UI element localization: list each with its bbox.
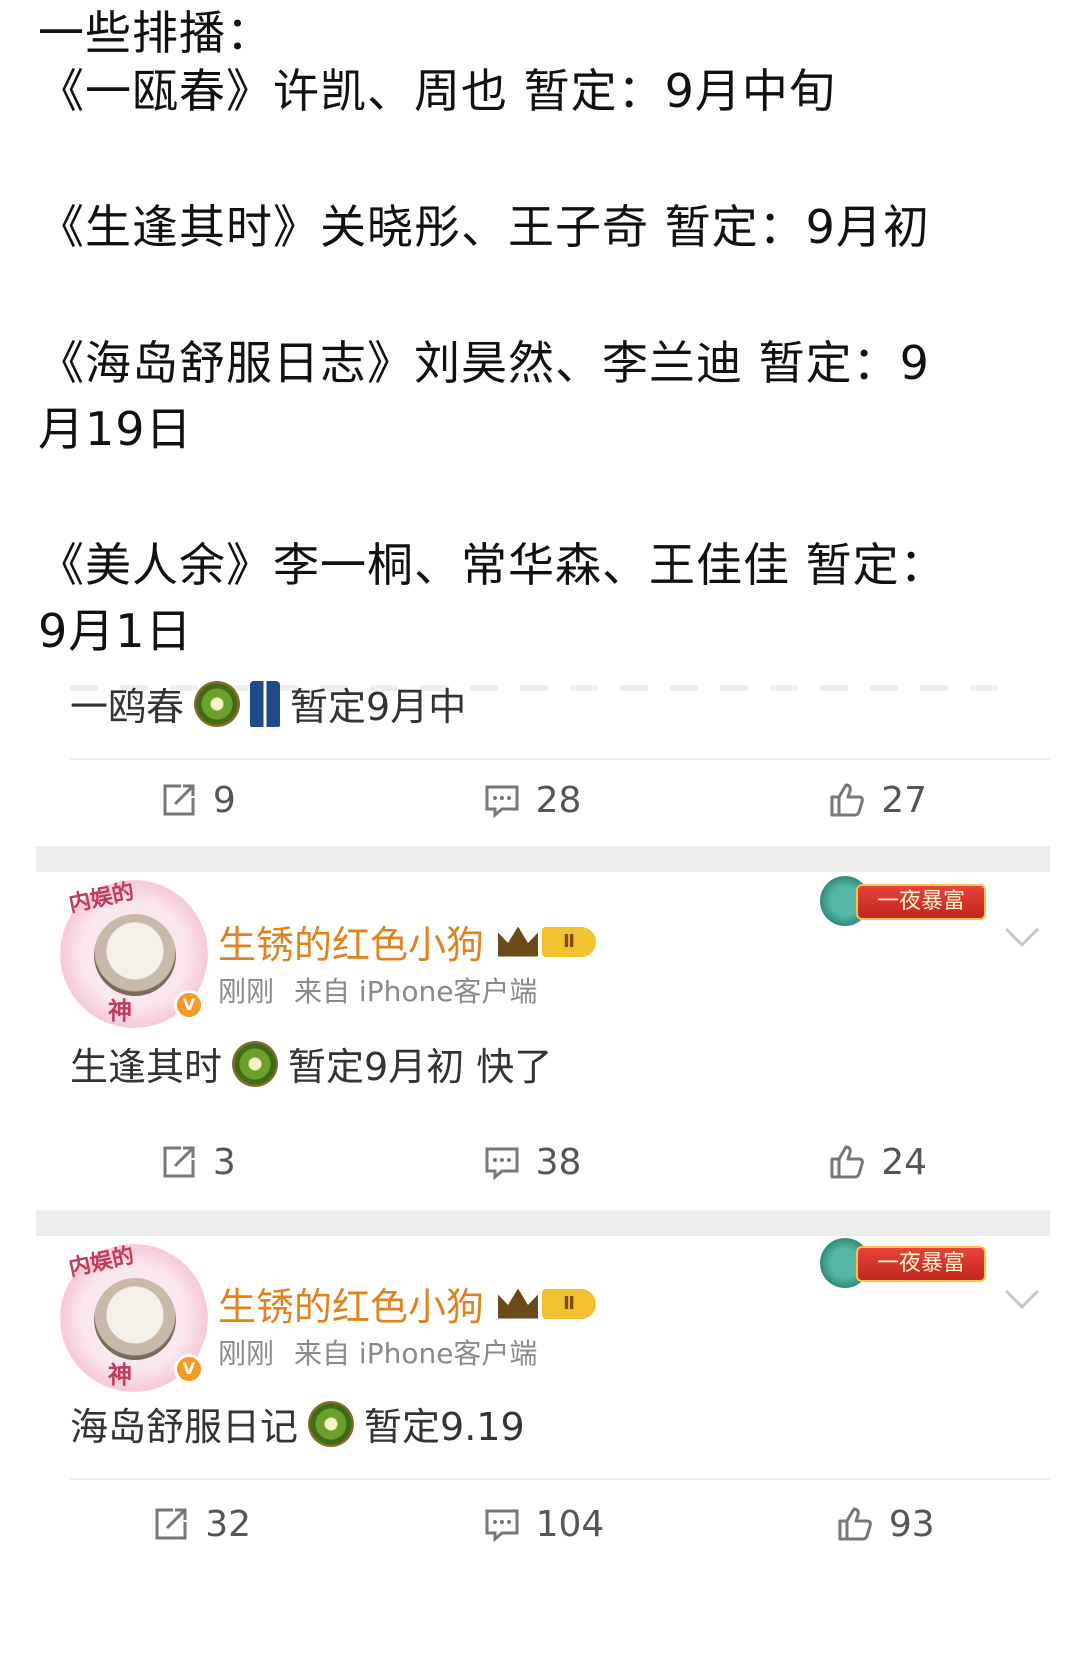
chevron-down-icon[interactable] (1005, 913, 1039, 947)
fortune-badge: 一夜暴富 (820, 870, 1000, 934)
text-line: 《海岛舒服日志》刘昊然、李兰迪 暂定：9 (38, 336, 930, 390)
repost-icon (155, 1508, 187, 1540)
verified-badge-icon: V (174, 990, 204, 1020)
comment-button[interactable]: 28 (482, 779, 582, 821)
fortune-badge: 一夜暴富 (820, 1232, 1000, 1296)
like-button[interactable]: 24 (827, 1142, 927, 1183)
comment-icon (485, 785, 519, 819)
vip-crown-icon: Ⅱ (498, 926, 597, 957)
repost-button[interactable]: 32 (151, 1504, 251, 1545)
action-bar: 9 28 27 (36, 770, 1050, 830)
avatar[interactable]: 内娱的 神 V (60, 1243, 208, 1392)
post-text-prefix: 海岛舒服日记 (70, 1405, 299, 1449)
comment-icon (485, 1147, 519, 1181)
username[interactable]: 生锈的红色小狗 Ⅱ (218, 1276, 597, 1331)
level-badge: Ⅱ (542, 1288, 597, 1319)
repost-count: 9 (212, 779, 236, 821)
text-line: 月19日 (38, 402, 193, 456)
repost-icon (163, 1146, 195, 1178)
post-text: 海岛舒服日记 暂定9.19 (70, 1396, 525, 1451)
text-line: 一些排播： (38, 6, 273, 60)
comment-count: 104 (535, 1503, 605, 1545)
username[interactable]: 生锈的红色小狗 Ⅱ (218, 914, 597, 969)
comment-count: 38 (535, 1141, 582, 1183)
thumbs-up-icon (830, 1145, 865, 1179)
jeans-emoji-icon (250, 680, 281, 727)
text-line: 《一瓯春》许凯、周也 暂定：9月中旬 (38, 64, 836, 118)
thumbs-up-icon (838, 1507, 872, 1541)
ferret-avatar-image (94, 1278, 176, 1360)
repost-button[interactable]: 9 (159, 780, 236, 821)
post-meta: 刚刚 来自 iPhone客户端 (218, 970, 537, 1010)
username-text: 生锈的红色小狗 (218, 1285, 485, 1329)
comment-button[interactable]: 104 (482, 1503, 605, 1545)
text-line: 9月1日 (38, 604, 193, 658)
comment-button[interactable]: 38 (482, 1141, 582, 1183)
repost-icon (163, 784, 195, 816)
post-text-suffix: 暂定9.19 (364, 1405, 525, 1449)
repost-count: 32 (205, 1503, 252, 1545)
divider (70, 1478, 1050, 1480)
action-bar: 32 104 93 (36, 1494, 1050, 1554)
post-source: 来自 iPhone客户端 (294, 1337, 538, 1370)
kiwi-emoji-icon (194, 680, 241, 727)
kiwi-emoji-icon (232, 1040, 279, 1087)
repost-count: 3 (212, 1141, 236, 1183)
thumbs-up-icon (830, 783, 865, 817)
post-source: 来自 iPhone客户端 (294, 975, 538, 1008)
post-meta: 刚刚 来自 iPhone客户端 (218, 1332, 537, 1372)
comment-icon (485, 1509, 519, 1543)
avatar-tag-bottom: 神 (108, 1361, 132, 1389)
verified-badge-icon: V (174, 1354, 204, 1384)
vip-crown-icon: Ⅱ (498, 1288, 597, 1319)
post-text: 生逢其时 暂定9月初 快了 (70, 1036, 552, 1091)
like-count: 27 (881, 779, 928, 821)
comment-text-suffix: 暂定9月中 (290, 685, 467, 729)
ferret-avatar-image (94, 914, 176, 996)
divider (70, 758, 1050, 760)
section-separator (36, 846, 1050, 872)
text-line: 《美人余》李一桐、常华森、王佳佳 暂定： (38, 538, 947, 592)
post-time: 刚刚 (218, 975, 275, 1008)
comment-count: 28 (535, 779, 582, 821)
like-count: 24 (881, 1141, 928, 1183)
avatar-tag-bottom: 神 (108, 997, 132, 1025)
like-button[interactable]: 27 (827, 780, 927, 821)
username-text: 生锈的红色小狗 (218, 923, 485, 967)
level-badge: Ⅱ (542, 926, 597, 957)
like-count: 93 (888, 1503, 935, 1545)
comment-text-prefix: 一鸥春 (70, 685, 185, 729)
chevron-down-icon[interactable] (1005, 1275, 1039, 1309)
action-bar: 3 38 24 (36, 1132, 1050, 1192)
comment-text: 一鸥春 暂定9月中 (70, 676, 466, 731)
post-time: 刚刚 (218, 1337, 275, 1370)
like-button[interactable]: 93 (835, 1504, 935, 1545)
post-text-suffix: 暂定9月初 快了 (288, 1045, 553, 1089)
badge-text: 一夜暴富 (856, 884, 986, 920)
kiwi-emoji-icon (308, 1400, 355, 1447)
text-line: 《生逢其时》关晓彤、王子奇 暂定：9月初 (38, 200, 930, 254)
badge-text: 一夜暴富 (856, 1246, 986, 1282)
top-post-text: 一些排播： 《一瓯春》许凯、周也 暂定：9月中旬 《生逢其时》关晓彤、王子奇 暂… (38, 0, 1048, 664)
avatar[interactable]: 内娱的 神 V (60, 879, 208, 1028)
post-text-prefix: 生逢其时 (70, 1045, 223, 1089)
repost-button[interactable]: 3 (159, 1142, 236, 1183)
